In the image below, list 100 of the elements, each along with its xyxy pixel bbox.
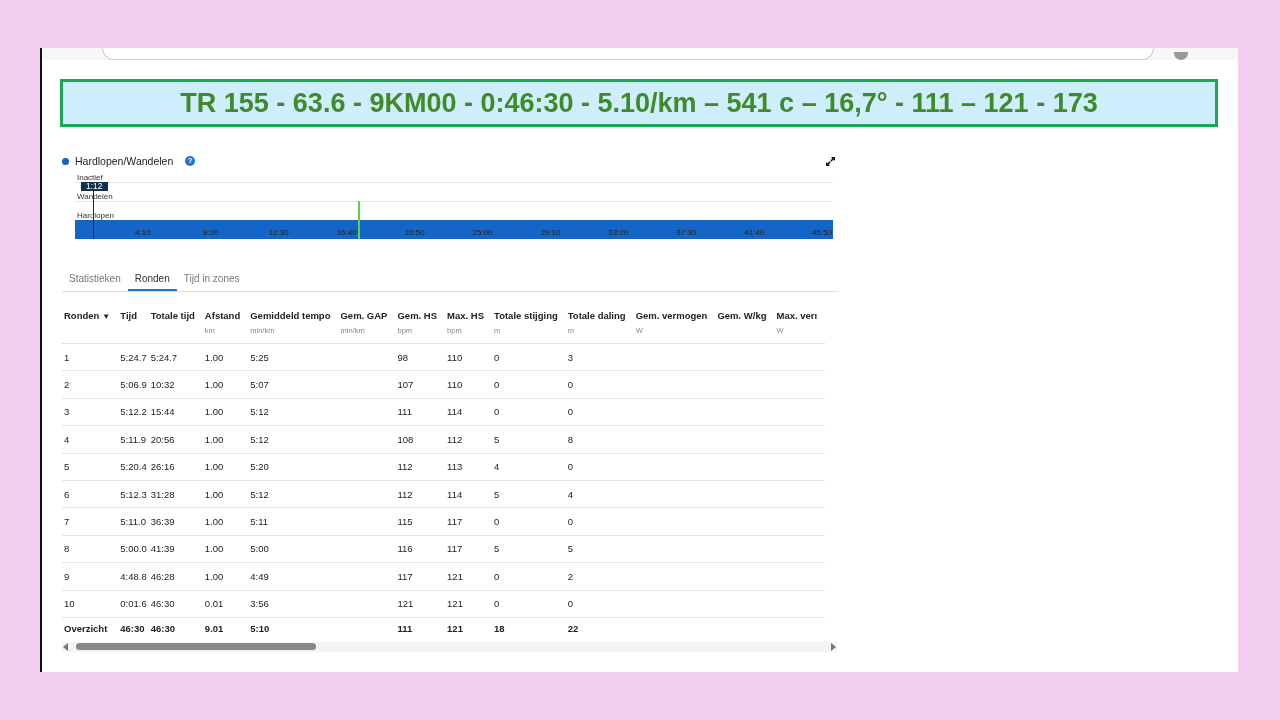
table-cell: 5:11.0: [120, 516, 146, 528]
table-cell: 1.00: [204, 543, 224, 555]
table-cell: 0: [567, 379, 574, 391]
table-cell: 6: [64, 488, 70, 500]
table-cell: 0:01.6: [120, 598, 147, 610]
table-cell: 108: [397, 433, 414, 445]
table-cell: 26:16: [150, 461, 175, 473]
scroll-left-icon[interactable]: [62, 642, 70, 651]
walking-marker: [358, 201, 360, 239]
column-header: Gem. HS: [397, 310, 438, 321]
time-label: 4:10: [135, 228, 151, 237]
table-cell: 0: [567, 406, 574, 418]
column-header: Gem. GAP: [340, 310, 388, 321]
column-header[interactable]: Ronden: [64, 310, 100, 321]
table-cell: 3:56: [250, 598, 269, 610]
scroll-right-icon[interactable]: [829, 642, 837, 651]
column-header: Max. verı: [776, 310, 818, 321]
table-cell: 0: [494, 351, 500, 363]
table-cell: 121: [447, 623, 463, 635]
table-cell: 117: [447, 543, 463, 555]
table-cell: 5:07: [250, 379, 269, 391]
table-cell: 0: [494, 379, 500, 391]
table-cell: 114: [447, 406, 463, 418]
table-cell: 0: [494, 598, 500, 610]
tab[interactable]: Ronden: [127, 270, 177, 291]
table-cell: 0: [494, 570, 500, 582]
table-cell: 0: [567, 461, 574, 473]
table-cell: 114: [447, 488, 463, 500]
table-cell: 121: [447, 598, 463, 610]
table-cell: 4: [567, 488, 574, 500]
table-cell: 107: [397, 379, 414, 391]
table-cell: 1.00: [204, 406, 224, 418]
expand-icon[interactable]: [826, 156, 835, 166]
column-header: Totale tijd: [150, 310, 195, 321]
table-cell: 0: [567, 598, 574, 610]
table-cell: 0.01: [204, 598, 224, 610]
table-cell: 31:28: [150, 488, 175, 500]
table-cell: 1.00: [204, 351, 224, 363]
table-cell: 5:25: [250, 351, 269, 363]
table-cell: 111: [397, 623, 413, 635]
horizontal-scrollbar[interactable]: [62, 641, 837, 652]
table-cell: 46:30: [150, 623, 175, 635]
table-cell: 1.00: [204, 379, 224, 391]
table-cell: 112: [397, 461, 413, 473]
table-cell: 5:10: [250, 623, 270, 635]
table-cell: 46:30: [120, 623, 145, 635]
table-cell: 115: [397, 516, 413, 528]
time-label: 20:50: [404, 228, 425, 237]
table-cell: 5:12.2: [120, 406, 147, 418]
table-cell: 20:56: [150, 433, 175, 445]
column-header: Gem. W/kg: [717, 310, 767, 321]
table-cell: 8: [64, 543, 70, 555]
table-cell: 15:44: [150, 406, 175, 418]
table-cell: 10:32: [150, 379, 175, 391]
table-cell: 5:12: [250, 433, 269, 445]
table-cell: 5:12: [250, 488, 269, 500]
tab[interactable]: Statistieken: [62, 270, 128, 291]
table-cell: 5: [494, 543, 500, 555]
table-cell: 4:48.8: [120, 570, 147, 582]
time-label: 45:50: [812, 228, 833, 237]
table-cell: 98: [397, 351, 409, 363]
chart-legend: Hardlopen/Wandelen: [75, 155, 174, 167]
table-cell: 112: [447, 433, 463, 445]
table-cell: 110: [447, 379, 463, 391]
table-cell: 5:11.9: [120, 433, 146, 445]
column-header: Tijd: [120, 310, 137, 321]
table-cell: 8: [567, 433, 574, 445]
sort-icon[interactable]: ▼: [102, 312, 111, 321]
table-cell: 4: [64, 433, 70, 445]
table-cell: 5:00.0: [120, 543, 147, 555]
table-cell: 9.01: [204, 623, 224, 635]
table-cell: 10: [64, 598, 75, 610]
table-cell: 1.00: [204, 433, 224, 445]
table-cell: 5:00: [250, 543, 269, 555]
table-cell: 5:11: [250, 516, 269, 528]
table-cell: 5:12: [250, 406, 269, 418]
time-label: 16:40: [336, 228, 357, 237]
axis-label: Inactief: [77, 173, 103, 182]
column-header: Afstand: [204, 310, 241, 321]
table-cell: 112: [397, 488, 413, 500]
table-cell: 4:49: [250, 570, 269, 582]
tab[interactable]: Tijd in zones: [176, 270, 247, 291]
table-cell: 0: [494, 516, 500, 528]
table-cell: 1.00: [204, 488, 224, 500]
table-cell: 36:39: [150, 516, 175, 528]
table-cell: 5:24.7: [150, 351, 178, 363]
table-cell: 5: [494, 488, 500, 500]
table-cell: 46:30: [150, 598, 175, 610]
table-cell: 1.00: [204, 461, 224, 473]
table-cell: 9: [64, 570, 70, 582]
avatar-icon[interactable]: [1174, 52, 1188, 60]
table-cell: 0: [567, 516, 574, 528]
time-label: 12:30: [268, 228, 289, 237]
table-cell: 5:06.9: [120, 379, 147, 391]
time-label: 33:20: [608, 228, 629, 237]
table-cell: 1: [64, 351, 70, 363]
table-cell: 5:20.4: [120, 461, 147, 473]
help-icon[interactable]: ?: [185, 156, 196, 166]
table-cell: 117: [397, 570, 413, 582]
table-cell: 117: [447, 516, 463, 528]
